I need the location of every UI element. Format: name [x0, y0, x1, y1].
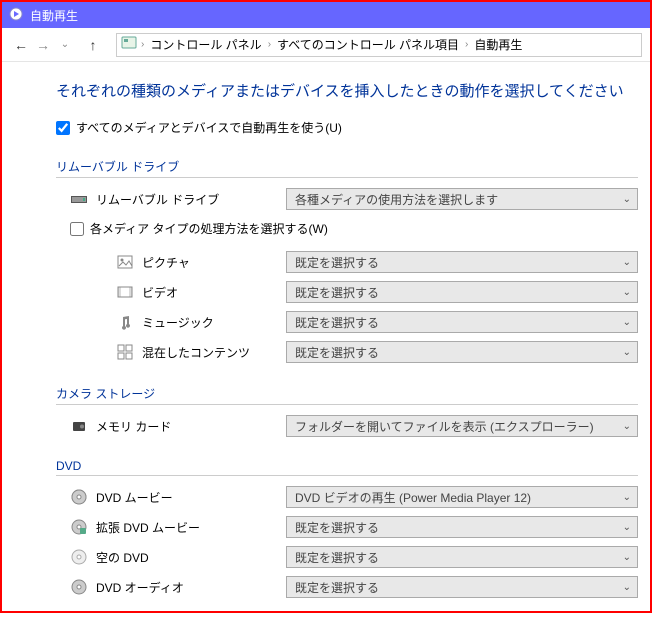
caret-down-icon: ⌄: [623, 317, 631, 328]
section-dvd: DVD DVD ムービー DVD ビデオの再生 (Power Media Pla…: [56, 459, 638, 598]
blank-dvd-label: 空の DVD: [96, 549, 286, 566]
dvd-movie-label: DVD ムービー: [96, 489, 286, 506]
page-heading: それぞれの種類のメディアまたはデバイスを挿入したときの動作を選択してください: [56, 80, 638, 101]
music-icon: [116, 313, 134, 331]
dvd-movie-icon: [70, 488, 88, 506]
chevron-icon: ›: [268, 39, 271, 50]
caret-down-icon: ⌄: [623, 582, 631, 593]
section-removable: リムーバブル ドライブ リムーバブル ドライブ 各種メディアの使用方法を選択しま…: [56, 158, 638, 363]
select-value: 既定を選択する: [295, 549, 379, 566]
section-title-dvd: DVD: [56, 459, 638, 476]
enhanced-dvd-label: 拡張 DVD ムービー: [96, 519, 286, 536]
mixed-label: 混在したコンテンツ: [142, 344, 286, 361]
nav-up[interactable]: ↑: [82, 34, 104, 56]
section-title-camera: カメラ ストレージ: [56, 385, 638, 405]
select-dvd-audio[interactable]: 既定を選択する ⌄: [286, 576, 638, 598]
section-title-removable: リムーバブル ドライブ: [56, 158, 638, 178]
mixed-content-icon: [116, 343, 134, 361]
autoplay-icon: [8, 6, 30, 25]
select-music[interactable]: 既定を選択する ⌄: [286, 311, 638, 333]
select-videos[interactable]: 既定を選択する ⌄: [286, 281, 638, 303]
content: それぞれの種類のメディアまたはデバイスを挿入したときの動作を選択してください す…: [2, 62, 650, 632]
navbar: ← → ⌄ ↑ › コントロール パネル › すべてのコントロール パネル項目 …: [2, 28, 650, 62]
nav-recent[interactable]: ⌄: [54, 34, 76, 56]
row-enhanced-dvd: 拡張 DVD ムービー 既定を選択する ⌄: [56, 516, 638, 538]
video-icon: [116, 283, 134, 301]
titlebar: 自動再生: [2, 2, 650, 28]
removable-drive-label: リムーバブル ドライブ: [96, 191, 286, 208]
select-value: 各種メディアの使用方法を選択します: [295, 191, 498, 208]
crumb-all[interactable]: すべてのコントロール パネル項目: [275, 36, 461, 53]
select-value: 既定を選択する: [295, 284, 379, 301]
caret-down-icon: ⌄: [623, 194, 631, 205]
row-blank-dvd: 空の DVD 既定を選択する ⌄: [56, 546, 638, 568]
caret-down-icon: ⌄: [623, 552, 631, 563]
select-blank-dvd[interactable]: 既定を選択する ⌄: [286, 546, 638, 568]
select-value: DVD ビデオの再生 (Power Media Player 12): [295, 489, 531, 506]
checkbox-use-autoplay-all-label: すべてのメディアとデバイスで自動再生を使う(U): [76, 119, 342, 136]
checkbox-per-media-type[interactable]: [70, 222, 84, 236]
row-music: ミュージック 既定を選択する ⌄: [116, 311, 638, 333]
select-value: 既定を選択する: [295, 314, 379, 331]
address-bar[interactable]: › コントロール パネル › すべてのコントロール パネル項目 › 自動再生: [116, 33, 642, 57]
memory-card-icon: [70, 417, 88, 435]
select-value: 既定を選択する: [295, 579, 379, 596]
select-value: 既定を選択する: [295, 344, 379, 361]
dvd-audio-label: DVD オーディオ: [96, 579, 286, 596]
crumb-cp[interactable]: コントロール パネル: [148, 36, 263, 53]
checkbox-per-media-type-label: 各メディア タイプの処理方法を選択する(W): [90, 220, 328, 237]
enhanced-dvd-icon: [70, 518, 88, 536]
music-label: ミュージック: [142, 314, 286, 331]
select-pictures[interactable]: 既定を選択する ⌄: [286, 251, 638, 273]
row-dvd-movie: DVD ムービー DVD ビデオの再生 (Power Media Player …: [56, 486, 638, 508]
memory-card-label: メモリ カード: [96, 418, 286, 435]
chevron-icon: ›: [141, 39, 144, 50]
select-mixed[interactable]: 既定を選択する ⌄: [286, 341, 638, 363]
control-panel-icon: [121, 35, 137, 54]
videos-label: ビデオ: [142, 284, 286, 301]
window-title: 自動再生: [30, 7, 78, 24]
caret-down-icon: ⌄: [623, 492, 631, 503]
dvd-audio-icon: [70, 578, 88, 596]
caret-down-icon: ⌄: [623, 347, 631, 358]
caret-down-icon: ⌄: [623, 287, 631, 298]
row-mixed: 混在したコンテンツ 既定を選択する ⌄: [116, 341, 638, 363]
caret-down-icon: ⌄: [623, 257, 631, 268]
blank-dvd-icon: [70, 548, 88, 566]
nav-forward: →: [32, 34, 54, 56]
select-enhanced-dvd[interactable]: 既定を選択する ⌄: [286, 516, 638, 538]
select-memory-card[interactable]: フォルダーを開いてファイルを表示 (エクスプローラー) ⌄: [286, 415, 638, 437]
removable-drive-icon: [70, 190, 88, 208]
select-value: 既定を選択する: [295, 519, 379, 536]
nav-back[interactable]: ←: [10, 34, 32, 56]
row-dvd-audio: DVD オーディオ 既定を選択する ⌄: [56, 576, 638, 598]
caret-down-icon: ⌄: [623, 421, 631, 432]
row-videos: ビデオ 既定を選択する ⌄: [116, 281, 638, 303]
select-removable-drive[interactable]: 各種メディアの使用方法を選択します ⌄: [286, 188, 638, 210]
row-pictures: ピクチャ 既定を選択する ⌄: [116, 251, 638, 273]
select-value: 既定を選択する: [295, 254, 379, 271]
pictures-icon: [116, 253, 134, 271]
section-camera: カメラ ストレージ メモリ カード フォルダーを開いてファイルを表示 (エクスプ…: [56, 385, 638, 437]
chevron-icon: ›: [465, 39, 468, 50]
caret-down-icon: ⌄: [623, 522, 631, 533]
select-value: フォルダーを開いてファイルを表示 (エクスプローラー): [295, 418, 594, 435]
pictures-label: ピクチャ: [142, 254, 286, 271]
checkbox-use-autoplay-all[interactable]: [56, 121, 70, 135]
crumb-autoplay[interactable]: 自動再生: [472, 36, 524, 53]
select-dvd-movie[interactable]: DVD ビデオの再生 (Power Media Player 12) ⌄: [286, 486, 638, 508]
